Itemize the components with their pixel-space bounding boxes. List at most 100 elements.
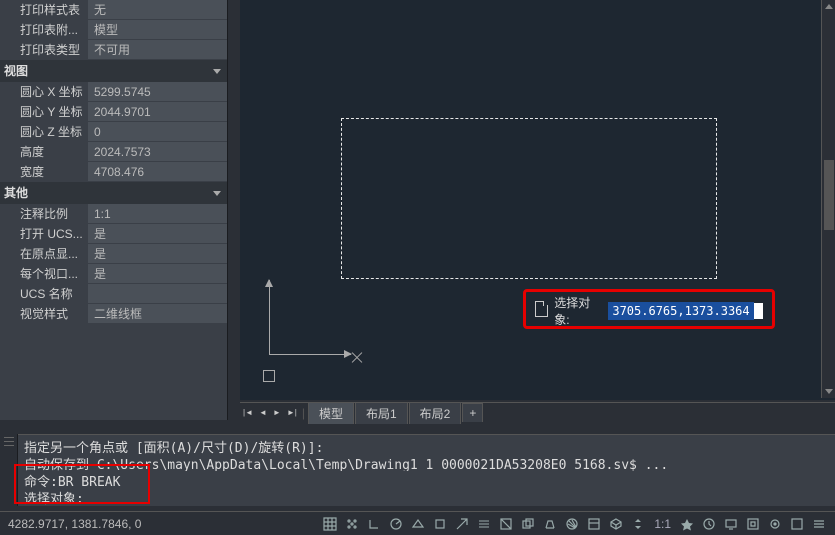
quickprops-icon[interactable] [584, 514, 604, 534]
prop-label: 视觉样式 [0, 304, 88, 324]
ucs-x-axis-icon [269, 354, 351, 355]
layout-tabs: |◄ ◄ ► ►| | 模型 布局1 布局2 + [240, 402, 835, 422]
dynamic-input-tooltip[interactable]: 选择对象: 3705.6765,1373.3364 [535, 300, 763, 322]
prop-height[interactable]: 高度 2024.7573 [0, 142, 227, 162]
selection-rectangle [341, 118, 717, 279]
prop-value[interactable]: 不可用 [88, 40, 227, 60]
dyninput-icon[interactable] [540, 514, 560, 534]
prop-label: 圆心 Y 坐标 [0, 102, 88, 122]
prop-value[interactable]: 是 [88, 264, 227, 284]
annovis-icon[interactable] [677, 514, 697, 534]
scrollbar-vertical[interactable] [821, 0, 835, 398]
tab-add[interactable]: + [462, 403, 483, 422]
polar-icon[interactable] [386, 514, 406, 534]
prop-width[interactable]: 宽度 4708.476 [0, 162, 227, 182]
prop-label: 圆心 Z 坐标 [0, 122, 88, 142]
prop-label: 高度 [0, 142, 88, 162]
status-coords[interactable]: 4282.9717, 1381.7846, 0 [0, 517, 149, 531]
status-toggles: 1:1 [320, 514, 835, 534]
prop-label: 打印样式表 [0, 0, 88, 20]
command-line[interactable]: 指定另一个角点或 [面积(A)/尺寸(D)/旋转(R)]: 自动保存到 C:\U… [18, 434, 835, 506]
prop-value[interactable]: 是 [88, 244, 227, 264]
prop-label: 宽度 [0, 162, 88, 182]
prop-print-attach[interactable]: 打印表附... 模型 [0, 20, 227, 40]
prop-center-y[interactable]: 圆心 Y 坐标 2044.9701 [0, 102, 227, 122]
scroll-thumb[interactable] [824, 160, 834, 230]
hardware-icon[interactable] [743, 514, 763, 534]
tab-prev-icon[interactable]: ◄ [256, 408, 270, 417]
prop-value[interactable] [88, 284, 227, 304]
prop-per-viewport[interactable]: 每个视口... 是 [0, 264, 227, 284]
prop-ucs-name[interactable]: UCS 名称 [0, 284, 227, 304]
prop-at-origin[interactable]: 在原点显... 是 [0, 244, 227, 264]
isodraft-icon[interactable] [408, 514, 428, 534]
model-icon[interactable] [606, 514, 626, 534]
transparency-icon[interactable] [496, 514, 516, 534]
command-history-line: 指定另一个角点或 [面积(A)/尺寸(D)/旋转(R)]: [24, 437, 829, 454]
ucs-origin-icon [263, 370, 275, 382]
tab-last-icon[interactable]: ►| [284, 408, 300, 417]
prop-center-x[interactable]: 圆心 X 坐标 5299.5745 [0, 82, 227, 102]
annoscale-icon[interactable] [628, 514, 648, 534]
hatch-icon[interactable] [562, 514, 582, 534]
cleanscreen-icon[interactable] [787, 514, 807, 534]
prop-label: 打印表类型 [0, 40, 88, 60]
ortho-icon[interactable] [364, 514, 384, 534]
prop-visual-style[interactable]: 视觉样式 二维线框 [0, 304, 227, 324]
prop-value[interactable]: 是 [88, 224, 227, 244]
tab-next-icon[interactable]: ► [270, 408, 284, 417]
scroll-down-icon[interactable] [825, 389, 833, 394]
command-history-line: 命令:BR BREAK [24, 471, 829, 488]
grid-icon[interactable] [320, 514, 340, 534]
isolate-icon[interactable] [765, 514, 785, 534]
tab-layout1[interactable]: 布局1 [355, 402, 408, 424]
prop-print-type[interactable]: 打印表类型 不可用 [0, 40, 227, 60]
command-prompt-line[interactable]: 选择对象: [24, 488, 829, 505]
command-grip[interactable] [0, 434, 18, 506]
category-view[interactable]: 视图 [0, 60, 227, 82]
prop-open-ucs[interactable]: 打开 UCS... 是 [0, 224, 227, 244]
prop-value[interactable]: 2044.9701 [88, 102, 227, 122]
tooltip-value[interactable]: 3705.6765,1373.3364 [608, 302, 753, 320]
prop-value[interactable]: 二维线框 [88, 304, 227, 324]
prop-label: 在原点显... [0, 244, 88, 264]
prop-value[interactable]: 无 [88, 0, 227, 20]
tab-first-icon[interactable]: |◄ [240, 408, 256, 417]
tab-model[interactable]: 模型 [308, 402, 354, 424]
lineweight-icon[interactable] [474, 514, 494, 534]
prop-value[interactable]: 模型 [88, 20, 227, 40]
osnap-icon[interactable] [430, 514, 450, 534]
properties-panel: 打印样式表 无 打印表附... 模型 打印表类型 不可用 视图 圆心 X 坐标 … [0, 0, 228, 420]
prop-label: 每个视口... [0, 264, 88, 284]
otrack-icon[interactable] [452, 514, 472, 534]
divider: | [300, 406, 307, 420]
ucs-y-axis-icon [269, 280, 270, 354]
prop-print-style[interactable]: 打印样式表 无 [0, 0, 227, 20]
prop-label: 打开 UCS... [0, 224, 88, 244]
prop-value[interactable]: 4708.476 [88, 162, 227, 182]
prop-label: UCS 名称 [0, 284, 88, 304]
command-history-line: 自动保存到 C:\Users\mayn\AppData\Local\Temp\D… [24, 454, 829, 471]
prop-center-z[interactable]: 圆心 Z 坐标 0 [0, 122, 227, 142]
prop-label: 打印表附... [0, 20, 88, 40]
prop-value[interactable]: 1:1 [88, 204, 227, 224]
prop-label: 圆心 X 坐标 [0, 82, 88, 102]
annotation-highlight-tooltip: 选择对象: 3705.6765,1373.3364 [523, 289, 775, 329]
text-caret-icon [754, 303, 763, 319]
status-scale[interactable]: 1:1 [650, 514, 675, 534]
prop-anno-scale[interactable]: 注释比例 1:1 [0, 204, 227, 224]
prop-value[interactable]: 2024.7573 [88, 142, 227, 162]
tooltip-prompt: 选择对象: [554, 294, 602, 328]
customize-icon[interactable] [809, 514, 829, 534]
workspace-icon[interactable] [699, 514, 719, 534]
prop-value[interactable]: 5299.5745 [88, 82, 227, 102]
monitor-icon[interactable] [721, 514, 741, 534]
cycling-icon[interactable] [518, 514, 538, 534]
status-bar: 4282.9717, 1381.7846, 0 1:1 [0, 511, 835, 535]
tab-layout2[interactable]: 布局2 [409, 402, 462, 424]
snap-icon[interactable] [342, 514, 362, 534]
scroll-up-icon[interactable] [825, 4, 833, 9]
prop-value[interactable]: 0 [88, 122, 227, 142]
category-other[interactable]: 其他 [0, 182, 227, 204]
prop-label: 注释比例 [0, 204, 88, 224]
